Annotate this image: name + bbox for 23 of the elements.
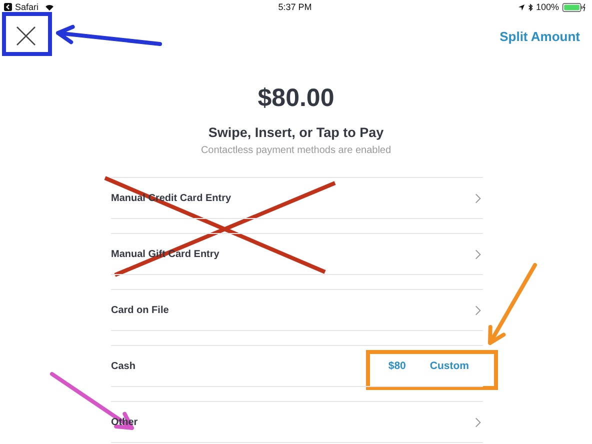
wifi-icon	[44, 4, 54, 10]
chevron-icon	[475, 416, 481, 428]
bluetooth-icon	[528, 2, 533, 12]
battery-percent: 100%	[536, 2, 559, 12]
cash-option-button[interactable]: $80	[388, 358, 406, 374]
split-amount-button[interactable]: Split Amount	[500, 26, 580, 46]
cash-option-button[interactable]: Custom	[430, 358, 469, 374]
status-time: 5:37 PM	[278, 2, 312, 12]
amount-total: $80.00	[256, 84, 336, 113]
location-icon	[518, 4, 525, 10]
chevron-icon	[475, 248, 481, 260]
payment-prompt: Swipe, Insert, or Tap to Pay	[207, 125, 385, 140]
payment-row[interactable]: Cash $80 Custom	[111, 345, 483, 387]
close-icon	[16, 26, 36, 46]
payment-row[interactable]: Card on File	[111, 289, 483, 331]
row-label: Cash	[111, 360, 136, 372]
contactless-note: Contactless payment methods are enabled	[200, 145, 392, 156]
chevron-icon	[475, 192, 481, 204]
row-label: Card on File	[111, 304, 169, 316]
back-label[interactable]: Safari	[15, 2, 39, 12]
chevron-icon	[475, 304, 481, 316]
back-icon[interactable]	[4, 3, 12, 11]
battery-icon	[562, 2, 586, 12]
